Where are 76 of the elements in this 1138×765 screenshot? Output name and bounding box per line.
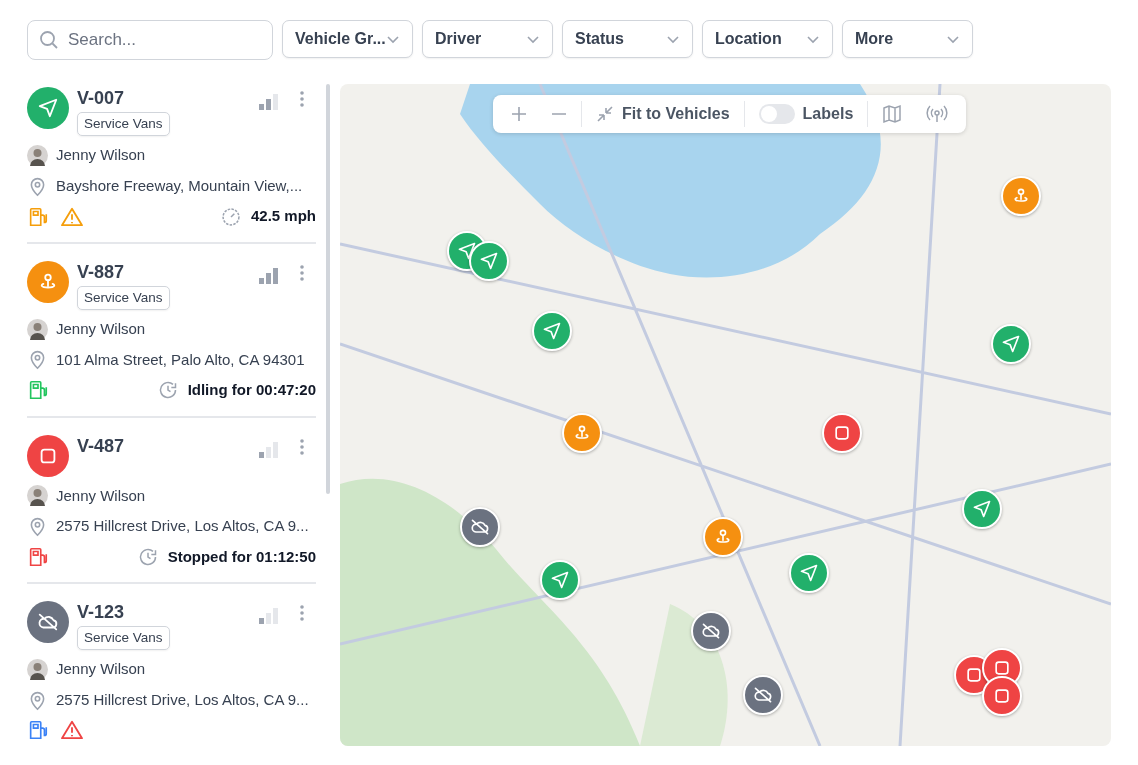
- driver-name: Jenny Wilson: [56, 659, 146, 680]
- scrollbar[interactable]: [326, 84, 330, 494]
- fit-to-vehicles-button[interactable]: Fit to Vehicles: [586, 98, 740, 130]
- stop-square-icon: [832, 423, 852, 443]
- kebab-icon: [300, 91, 304, 107]
- driver-name: Jenny Wilson: [56, 319, 146, 339]
- send-icon: [37, 97, 59, 119]
- vehicle-id: V-123: [77, 601, 126, 623]
- group-tag: Service Vans: [77, 626, 170, 651]
- driver-name: Jenny Wilson: [56, 145, 146, 166]
- avatar: [27, 318, 48, 340]
- send-map-marker[interactable]: [540, 560, 580, 600]
- address: 2575 Hillcrest Drive, Los Altos, CA 9...: [56, 689, 309, 710]
- labels-toggle[interactable]: Labels: [748, 98, 864, 130]
- kebab-icon: [300, 605, 304, 621]
- send-icon: [1001, 334, 1021, 354]
- stop-square-map-marker[interactable]: [822, 413, 862, 453]
- send-icon: [479, 251, 499, 271]
- more-options-button[interactable]: [300, 91, 304, 107]
- search-field[interactable]: Search...: [27, 20, 273, 60]
- send-map-marker[interactable]: [469, 241, 509, 281]
- filter-dropdown[interactable]: More: [842, 20, 973, 58]
- send-map-marker[interactable]: [532, 311, 572, 351]
- filter-dropdown[interactable]: Driver: [422, 20, 553, 58]
- vehicle-id: V-887: [77, 260, 126, 283]
- status-text: Idling for 00:47:20: [187, 380, 316, 400]
- cloud-off-map-marker[interactable]: [460, 507, 500, 547]
- vehicle-id: V-487: [77, 434, 126, 457]
- group-tag: Service Vans: [77, 285, 170, 310]
- address: Bayshore Freeway, Mountain View,...: [56, 175, 303, 196]
- kebab-icon: [300, 264, 304, 281]
- stop-square-icon: [992, 686, 1012, 706]
- send-icon: [457, 241, 477, 261]
- avatar: [27, 145, 48, 166]
- map-icon: [882, 104, 903, 124]
- send-map-marker[interactable]: [991, 324, 1031, 364]
- plus-icon: [511, 106, 527, 122]
- collapse-arrows-icon: [596, 105, 614, 123]
- avatar: [27, 485, 48, 507]
- vehicle-id: V-007: [77, 87, 126, 109]
- filter-dropdown[interactable]: Location: [702, 20, 833, 58]
- status-text: Stopped for 01:12:50: [167, 546, 316, 567]
- location-pin-map-marker[interactable]: [1001, 176, 1041, 216]
- send-map-marker[interactable]: [962, 489, 1002, 529]
- address: 2575 Hillcrest Drive, Los Altos, CA 9...: [56, 516, 309, 536]
- avatar: [27, 659, 48, 680]
- send-map-marker[interactable]: [789, 553, 829, 593]
- more-options-button[interactable]: [300, 438, 304, 455]
- antenna-icon: [926, 104, 949, 124]
- cloud-off-map-marker[interactable]: [743, 675, 783, 715]
- kebab-icon: [300, 438, 304, 455]
- location-pin-map-marker[interactable]: [703, 517, 743, 557]
- filter-dropdown[interactable]: Status: [562, 20, 693, 58]
- send-icon: [550, 570, 570, 590]
- send-icon: [799, 563, 819, 583]
- stop-square-icon: [992, 658, 1012, 678]
- cloud-off-icon: [701, 621, 721, 641]
- driver-name: Jenny Wilson: [56, 485, 146, 506]
- cloud-off-icon: [753, 685, 773, 705]
- minus-icon: [551, 113, 567, 115]
- send-icon: [972, 499, 992, 519]
- cloud-off-icon: [37, 611, 59, 633]
- toggle-switch[interactable]: [758, 104, 795, 124]
- stop-square-map-marker[interactable]: [982, 676, 1022, 716]
- more-options-button[interactable]: [300, 264, 304, 281]
- address: 101 Alma Street, Palo Alto, CA 94301: [56, 349, 305, 370]
- cloud-off-icon: [470, 517, 490, 537]
- location-pin-map-marker[interactable]: [562, 413, 602, 453]
- stop-square-icon: [964, 665, 984, 685]
- group-tag: Service Vans: [77, 112, 170, 137]
- more-options-button[interactable]: [300, 605, 304, 621]
- status-text: 42.5 mph: [250, 206, 316, 227]
- map[interactable]: Fit to Vehicles Labels: [340, 84, 1111, 746]
- send-icon: [542, 321, 562, 341]
- cloud-off-map-marker[interactable]: [691, 611, 731, 651]
- filter-dropdown[interactable]: Vehicle Gr...: [282, 20, 413, 58]
